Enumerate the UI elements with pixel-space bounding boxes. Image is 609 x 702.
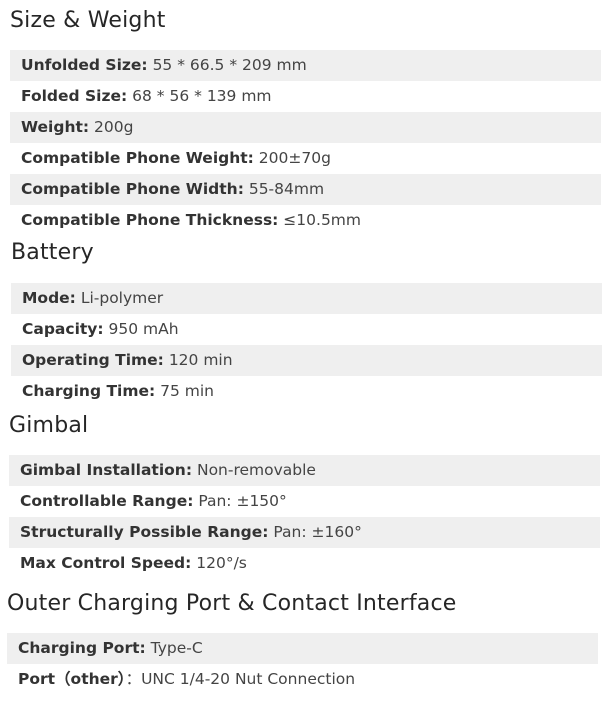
spec-label: Mode:	[22, 289, 76, 307]
section-title-gimbal: Gimbal	[9, 413, 89, 438]
section-title-size-weight: Size & Weight	[10, 8, 166, 33]
section-title-battery: Battery	[11, 240, 94, 265]
spec-label: Charging Port:	[18, 639, 146, 657]
spec-list-charging-port: Charging Port: Type-C Port（other）：UNC 1/…	[0, 633, 609, 695]
section-title-charging-port: Outer Charging Port & Contact Interface	[7, 591, 457, 616]
spec-row-port-other: Port（other）：UNC 1/4-20 Nut Connection	[7, 664, 598, 695]
spec-label: Compatible Phone Weight:	[21, 149, 254, 167]
spec-value: Pan: ±160°	[268, 523, 362, 541]
spec-value: Type-C	[145, 639, 203, 657]
spec-list-size-weight: Unfolded Size: 55 * 66.5 * 209 mm Folded…	[0, 50, 609, 236]
spec-label: Folded Size:	[21, 87, 128, 105]
spec-list-battery: Mode: Li-polymer Capacity: 950 mAh Opera…	[0, 283, 609, 407]
spec-value: 120°/s	[191, 554, 247, 572]
spec-value: 200g	[89, 118, 134, 136]
spec-label: Controllable Range:	[20, 492, 194, 510]
spec-row-charging-time: Charging Time: 75 min	[11, 376, 602, 407]
spec-label: Weight:	[21, 118, 90, 136]
spec-value: Li-polymer	[75, 289, 164, 307]
spec-value: 55 * 66.5 * 209 mm	[147, 56, 307, 74]
spec-value: 950 mAh	[103, 320, 179, 338]
spec-label: Compatible Phone Width:	[21, 180, 244, 198]
spec-value: 200±70g	[253, 149, 331, 167]
spec-row-phone-width: Compatible Phone Width: 55-84mm	[10, 174, 601, 205]
spec-row-phone-thickness: Compatible Phone Thickness: ≤10.5mm	[10, 205, 601, 236]
spec-row-max-control-speed: Max Control Speed: 120°/s	[9, 548, 600, 579]
spec-row-folded-size: Folded Size: 68 * 56 * 139 mm	[10, 81, 601, 112]
spec-label: Structurally Possible Range:	[20, 523, 269, 541]
spec-label: Compatible Phone Thickness:	[21, 211, 279, 229]
spec-row-unfolded-size: Unfolded Size: 55 * 66.5 * 209 mm	[10, 50, 601, 81]
spec-label: Unfolded Size:	[21, 56, 148, 74]
spec-value: 68 * 56 * 139 mm	[127, 87, 272, 105]
spec-label: Capacity:	[22, 320, 104, 338]
spec-value: Pan: ±150°	[193, 492, 287, 510]
spec-list-gimbal: Gimbal Installation: Non-removable Contr…	[0, 455, 609, 579]
spec-row-mode: Mode: Li-polymer	[11, 283, 602, 314]
spec-label: Gimbal Installation:	[20, 461, 193, 479]
spec-label: Charging Time:	[22, 382, 156, 400]
spec-label: Operating Time:	[22, 351, 164, 369]
spec-value: 120 min	[163, 351, 233, 369]
spec-value: 55-84mm	[243, 180, 325, 198]
spec-value: Non-removable	[192, 461, 316, 479]
spec-label: Max Control Speed:	[20, 554, 192, 572]
spec-row-controllable-range: Controllable Range: Pan: ±150°	[9, 486, 600, 517]
spec-row-gimbal-installation: Gimbal Installation: Non-removable	[9, 455, 600, 486]
spec-row-phone-weight: Compatible Phone Weight: 200±70g	[10, 143, 601, 174]
spec-value: ：UNC 1/4-20 Nut Connection	[125, 670, 356, 688]
spec-label: Port（other）	[18, 670, 126, 688]
spec-row-structural-range: Structurally Possible Range: Pan: ±160°	[9, 517, 600, 548]
spec-row-capacity: Capacity: 950 mAh	[11, 314, 602, 345]
spec-value: ≤10.5mm	[278, 211, 361, 229]
spec-value: 75 min	[155, 382, 215, 400]
spec-row-operating-time: Operating Time: 120 min	[11, 345, 602, 376]
spec-row-charging-port: Charging Port: Type-C	[7, 633, 598, 664]
spec-row-weight: Weight: 200g	[10, 112, 601, 143]
